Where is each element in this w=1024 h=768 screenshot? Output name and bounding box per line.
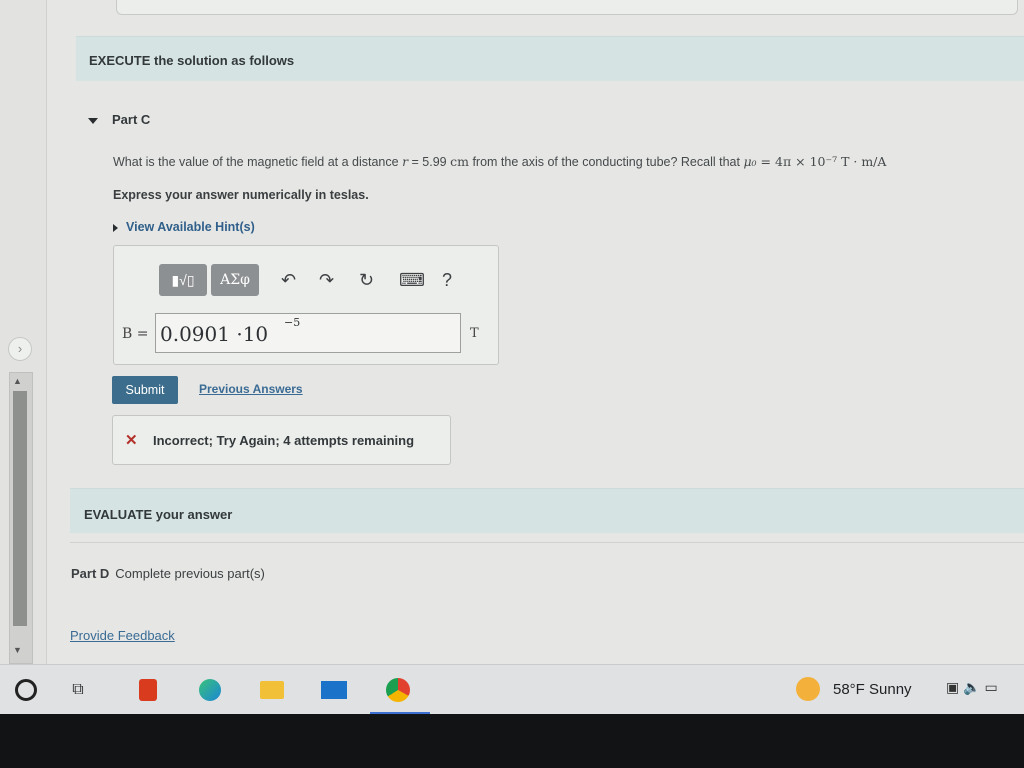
feedback-message-box: ✕ Incorrect; Try Again; 4 attempts remai…	[112, 415, 451, 465]
browser-page: › ▲ ▼ EXECUTE the solution as follows Pa…	[0, 0, 1024, 664]
evaluate-section-title: EVALUATE your answer	[84, 507, 233, 522]
scroll-thumb[interactable]	[13, 391, 27, 626]
reset-icon[interactable]: ↻	[359, 270, 374, 291]
question-pre: What is the value of the magnetic field …	[113, 155, 403, 169]
scroll-down-icon[interactable]: ▼	[13, 645, 22, 655]
left-gutter: › ▲ ▼	[0, 0, 47, 664]
keyboard-icon[interactable]: ⌨	[399, 270, 425, 291]
taskbar: ⧉ 58°F Sunny ▣ 🔈 ▭	[0, 664, 1024, 715]
submit-button[interactable]: Submit	[112, 376, 178, 404]
office-app-icon[interactable]	[134, 676, 162, 704]
chrome-browser-icon[interactable]	[384, 676, 412, 704]
part-c-title: Part C	[112, 112, 151, 127]
answer-value: 0.0901 ·10	[160, 322, 269, 346]
mail-app-icon[interactable]	[320, 676, 348, 704]
part-d-status: Complete previous part(s)	[115, 566, 265, 581]
answer-exponent: −5	[284, 316, 301, 329]
sunny-weather-icon[interactable]	[796, 677, 820, 701]
answer-input[interactable]: 0.0901 ·10 −5	[155, 313, 461, 353]
execute-section-title: EXECUTE the solution as follows	[89, 53, 295, 68]
part-c-toggle[interactable]: Part C	[88, 112, 150, 127]
question-mid: from the axis of the conducting tube? Re…	[468, 155, 744, 169]
file-explorer-icon[interactable]	[258, 676, 286, 704]
expand-caret-icon	[113, 223, 118, 232]
instruction-text: Express your answer numerically in tesla…	[113, 188, 369, 202]
greek-symbols-button[interactable]: ΑΣφ	[211, 264, 259, 296]
monitor-bezel	[0, 714, 1024, 768]
undo-icon[interactable]: ↶	[281, 270, 296, 291]
part-d-label: Part D	[71, 566, 110, 581]
answer-box: ▮√▯ ΑΣφ ↶ ↷ ↻ ⌨ ? B = 0.0901 ·10 −5 T	[113, 245, 499, 365]
incorrect-icon: ✕	[125, 432, 138, 449]
previous-section-box	[116, 0, 1018, 15]
previous-answers-link[interactable]: Previous Answers	[199, 382, 303, 396]
part-d-row: Part D Complete previous part(s)	[71, 566, 265, 581]
weather-text[interactable]: 58°F Sunny	[833, 681, 912, 698]
question-text: What is the value of the magnetic field …	[113, 154, 886, 169]
collapse-caret-icon	[88, 117, 98, 124]
redo-icon[interactable]: ↷	[319, 270, 334, 291]
unit-label: T	[470, 326, 479, 341]
system-tray-icons[interactable]: ▣ 🔈 ▭	[946, 679, 998, 696]
math-toolbar: ▮√▯ ΑΣφ ↶ ↷ ↻ ⌨ ?	[159, 264, 469, 298]
edge-browser-icon[interactable]	[196, 676, 224, 704]
task-view-icon[interactable]: ⧉	[64, 676, 92, 704]
scroll-up-icon[interactable]: ▲	[13, 376, 22, 386]
template-button[interactable]: ▮√▯	[159, 264, 207, 296]
hint-link-label: View Available Hint(s)	[126, 220, 255, 234]
question-eq: = 5.99	[408, 155, 451, 169]
variable-label: B =	[122, 326, 149, 342]
execute-section-header: EXECUTE the solution as follows	[76, 36, 1024, 81]
provide-feedback-link[interactable]: Provide Feedback	[70, 628, 175, 643]
scrollbar[interactable]: ▲ ▼	[9, 372, 33, 664]
question-mu-value: = 4π × 10⁻⁷ T · m/A	[756, 154, 887, 169]
feedback-message: Incorrect; Try Again; 4 attempts remaini…	[153, 433, 415, 448]
cortana-search-icon[interactable]	[12, 676, 40, 704]
view-hints-link[interactable]: View Available Hint(s)	[113, 220, 255, 234]
expand-chevron-icon[interactable]: ›	[8, 337, 32, 361]
help-icon[interactable]: ?	[442, 270, 452, 291]
evaluate-section-header: EVALUATE your answer	[70, 488, 1024, 533]
question-mu: μ₀	[743, 154, 757, 169]
divider	[70, 542, 1024, 543]
question-unit: cm	[450, 154, 469, 169]
